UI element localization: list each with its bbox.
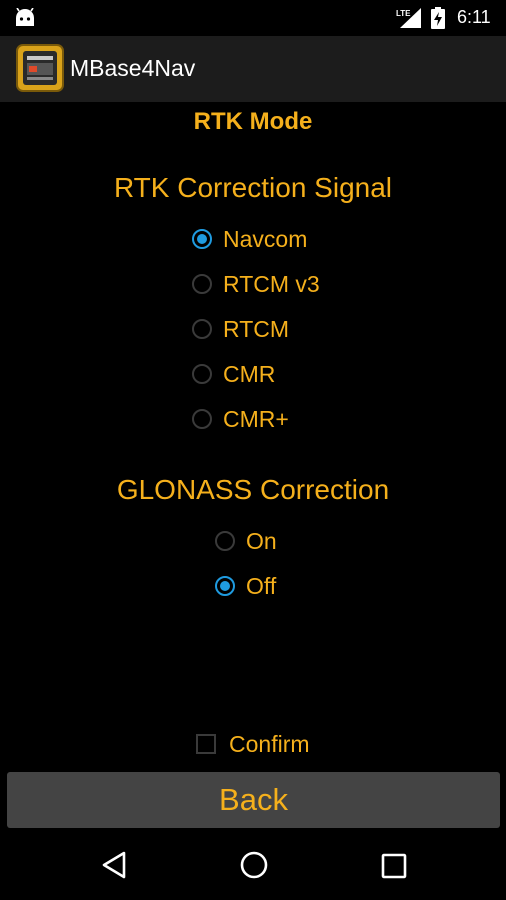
action-bar: MBase4Nav: [0, 36, 506, 102]
battery-charging-icon: [431, 7, 445, 29]
radio-label: RTCM: [223, 315, 290, 342]
radio-button[interactable]: [192, 229, 212, 249]
radio-button[interactable]: [215, 576, 235, 596]
mbase-app-icon[interactable]: [16, 44, 64, 92]
back-button[interactable]: Back: [7, 772, 500, 828]
svg-text:LTE: LTE: [396, 9, 411, 18]
radio-label: CMR+: [223, 405, 289, 432]
radio-option-on[interactable]: On: [215, 523, 277, 559]
radio-button[interactable]: [192, 364, 212, 384]
radio-button[interactable]: [192, 409, 212, 429]
page-title: RTK Mode: [193, 108, 313, 135]
radio-option-rtcm[interactable]: RTCM: [192, 311, 289, 347]
recents-square-icon[interactable]: [381, 853, 407, 879]
radio-option-cmr[interactable]: CMR: [192, 356, 275, 392]
radio-option-navcom[interactable]: Navcom: [192, 221, 307, 257]
home-circle-icon[interactable]: [239, 850, 269, 880]
clock-time: 6:11: [457, 7, 491, 27]
radio-option-off[interactable]: Off: [215, 568, 276, 604]
radio-option-rtcm-v3[interactable]: RTCM v3: [192, 266, 320, 302]
radio-label: On: [246, 527, 277, 554]
radio-option-cmr-plus[interactable]: CMR+: [192, 401, 289, 437]
radio-button[interactable]: [215, 531, 235, 551]
android-icon: [16, 8, 34, 26]
navigation-bar: [0, 832, 506, 900]
radio-label: CMR: [223, 360, 276, 387]
lte-signal-icon: LTE: [396, 8, 421, 28]
confirm-checkbox[interactable]: [196, 734, 216, 754]
radio-label: RTCM v3: [223, 270, 320, 297]
status-bar: LTE 6:11: [0, 0, 506, 36]
glonass-correction-title: GLONASS Correction: [116, 474, 390, 505]
app-title: MBase4Nav: [70, 55, 196, 81]
correction-signal-title: RTK Correction Signal: [113, 172, 393, 203]
back-triangle-icon[interactable]: [101, 850, 127, 880]
confirm-checkbox-row[interactable]: Confirm: [196, 728, 310, 760]
radio-button[interactable]: [192, 319, 212, 339]
radio-label: Off: [246, 572, 277, 599]
radio-button[interactable]: [192, 274, 212, 294]
confirm-label: Confirm: [229, 730, 310, 757]
radio-label: Navcom: [223, 225, 308, 252]
